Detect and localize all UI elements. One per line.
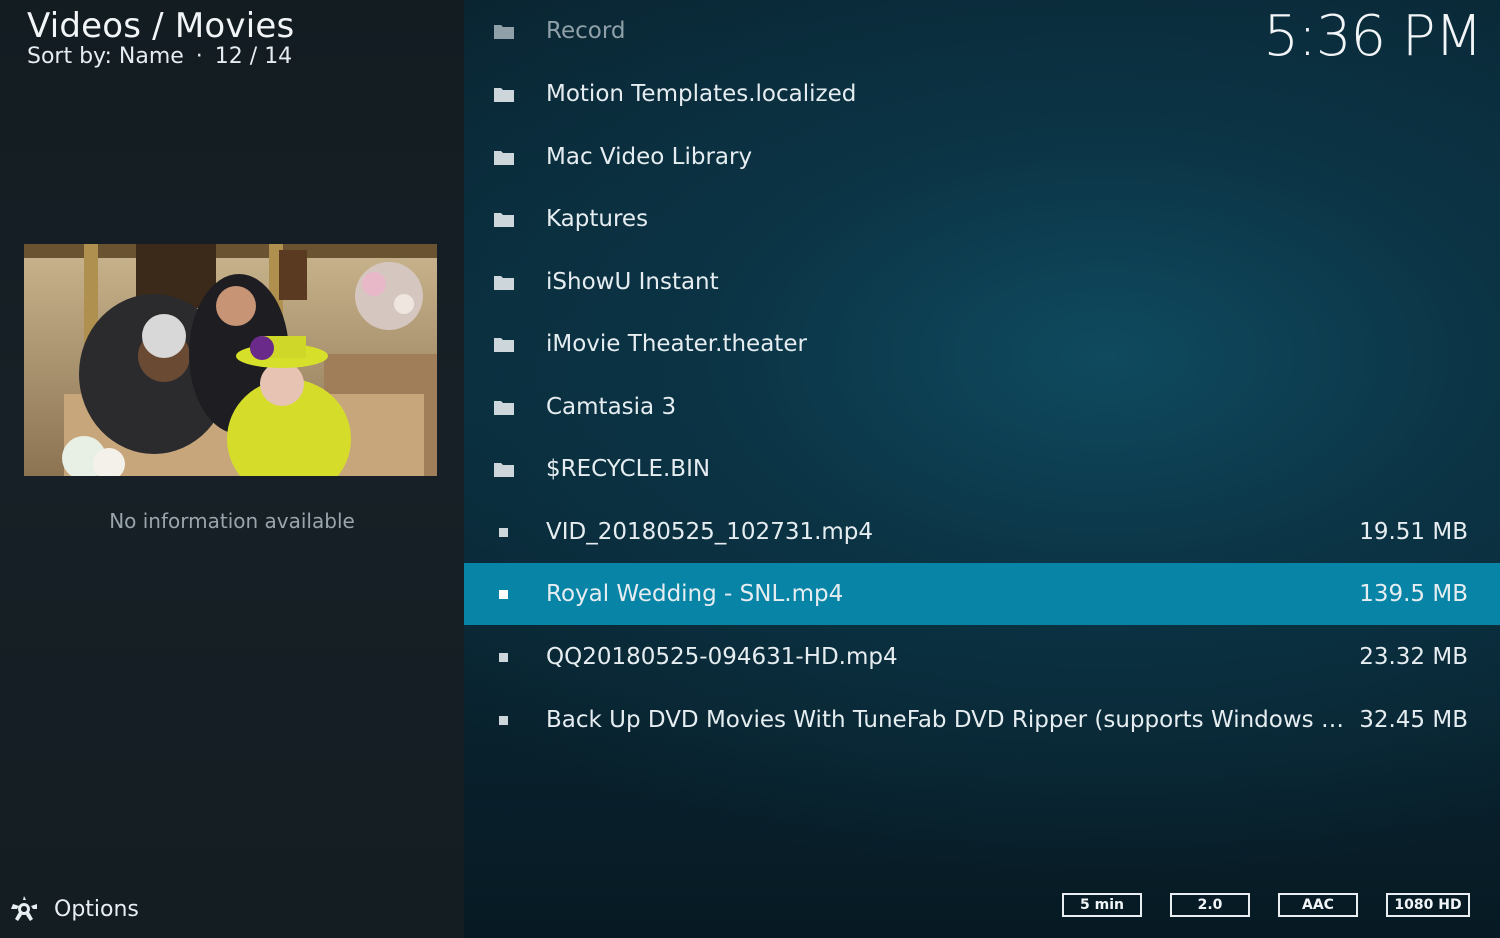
list-item-label: $RECYCLE.BIN bbox=[546, 456, 711, 482]
folder-icon bbox=[494, 25, 514, 39]
folder-icon bbox=[494, 276, 514, 290]
list-item-folder[interactable]: Record bbox=[464, 0, 1500, 62]
list-item-label: Motion Templates.localized bbox=[546, 81, 857, 107]
list-item-file[interactable]: QQ20180525-094631-HD.mp4 23.32 MB bbox=[464, 626, 1500, 688]
thumbnail-image bbox=[24, 244, 437, 476]
file-icon bbox=[499, 653, 508, 662]
file-size: 32.45 MB bbox=[1359, 707, 1468, 733]
separator: · bbox=[195, 44, 203, 69]
folder-icon bbox=[494, 88, 514, 102]
file-icon bbox=[499, 528, 508, 537]
list-item-label: iMovie Theater.theater bbox=[546, 331, 807, 357]
list-item-folder[interactable]: Camtasia 3 bbox=[464, 376, 1500, 438]
options-button[interactable]: Options bbox=[10, 892, 139, 926]
list-item-label: Back Up DVD Movies With TuneFab DVD Ripp… bbox=[546, 707, 1356, 733]
audio-codec-badge: AAC bbox=[1278, 893, 1358, 917]
list-item-file-focused[interactable]: Royal Wedding - SNL.mp4 139.5 MB bbox=[464, 563, 1500, 625]
folder-icon bbox=[494, 151, 514, 165]
folder-icon bbox=[494, 401, 514, 415]
list-item-folder[interactable]: iShowU Instant bbox=[464, 251, 1500, 313]
file-size: 19.51 MB bbox=[1359, 519, 1468, 545]
resolution-badge: 1080 HD bbox=[1386, 893, 1470, 917]
list-item-folder[interactable]: Motion Templates.localized bbox=[464, 63, 1500, 125]
media-flags: 5 min 2.0 AAC 1080 HD bbox=[1062, 893, 1470, 917]
list-item-folder[interactable]: $RECYCLE.BIN bbox=[464, 438, 1500, 500]
list-item-folder[interactable]: Mac Video Library bbox=[464, 126, 1500, 188]
list-item-file[interactable]: Back Up DVD Movies With TuneFab DVD Ripp… bbox=[464, 689, 1500, 751]
list-item-file[interactable]: VID_20180525_102731.mp4 19.51 MB bbox=[464, 501, 1500, 563]
list-item-label: VID_20180525_102731.mp4 bbox=[546, 519, 874, 545]
list-item-label: Record bbox=[546, 18, 626, 44]
list-item-label: Royal Wedding - SNL.mp4 bbox=[546, 581, 844, 607]
options-label: Options bbox=[54, 896, 139, 922]
list-item-label: Mac Video Library bbox=[546, 144, 753, 170]
list-item-label: Camtasia 3 bbox=[546, 394, 677, 420]
sort-info: Sort by: Name · 12 / 14 bbox=[27, 44, 292, 69]
info-text: No information available bbox=[109, 509, 355, 533]
duration-badge: 5 min bbox=[1062, 893, 1142, 917]
item-position: 12 / 14 bbox=[214, 44, 293, 69]
folder-icon bbox=[494, 463, 514, 477]
list-item-label: iShowU Instant bbox=[546, 269, 719, 295]
options-gear-icon bbox=[11, 896, 37, 921]
file-size: 139.5 MB bbox=[1359, 581, 1468, 607]
audio-channels-badge: 2.0 bbox=[1170, 893, 1250, 917]
video-thumbnail bbox=[24, 244, 437, 476]
list-item-folder[interactable]: iMovie Theater.theater bbox=[464, 313, 1500, 375]
page-title: Videos / Movies bbox=[27, 6, 295, 46]
sort-label[interactable]: Sort by: Name bbox=[27, 44, 184, 69]
folder-icon bbox=[494, 213, 514, 227]
list-item-label: Kaptures bbox=[546, 206, 649, 232]
file-icon bbox=[499, 590, 508, 599]
folder-icon bbox=[494, 338, 514, 352]
list-item-label: QQ20180525-094631-HD.mp4 bbox=[546, 644, 898, 670]
file-icon bbox=[499, 716, 508, 725]
list-item-folder[interactable]: Kaptures bbox=[464, 188, 1500, 250]
file-size: 23.32 MB bbox=[1359, 644, 1468, 670]
